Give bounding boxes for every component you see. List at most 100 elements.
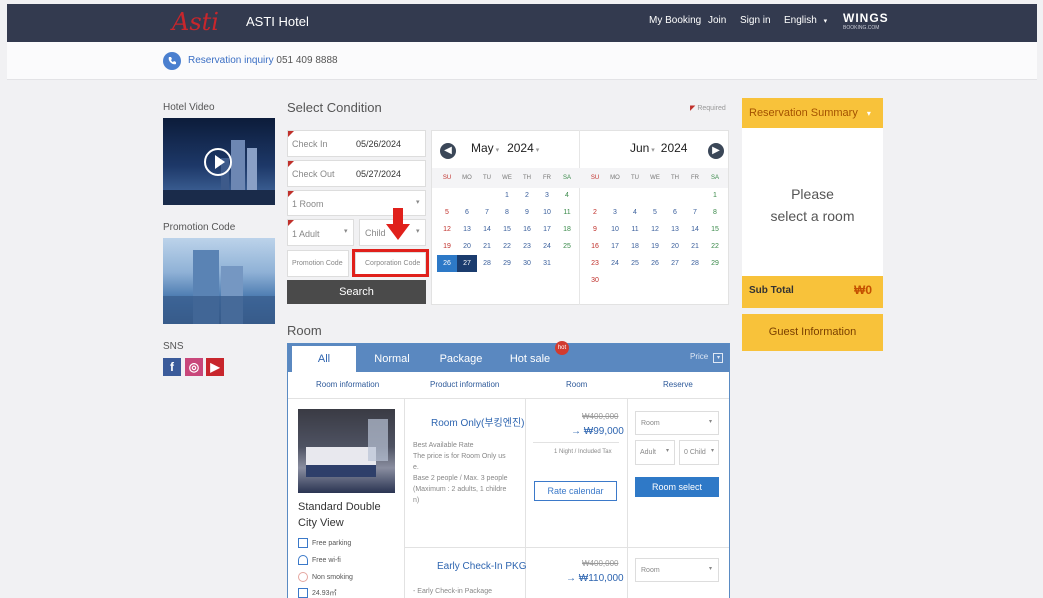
check-out-field[interactable]: Check Out 05/27/2024: [287, 160, 426, 187]
calendar-day[interactable]: 3: [537, 187, 557, 204]
calendar-day[interactable]: 4: [557, 187, 577, 204]
calendar-day[interactable]: 25: [625, 255, 645, 272]
calendar-day[interactable]: 3: [605, 204, 625, 221]
calendar-day[interactable]: 12: [437, 221, 457, 238]
calendar-day[interactable]: 2: [585, 204, 605, 221]
search-button[interactable]: Search: [287, 280, 426, 304]
reservation-summary-header[interactable]: Reservation Summary ▾: [742, 98, 883, 128]
calendar-day[interactable]: 28: [477, 255, 497, 272]
join-link[interactable]: Join: [708, 15, 726, 26]
calendar-day[interactable]: 12: [645, 221, 665, 238]
adult-quantity-select[interactable]: Adult ▾: [635, 440, 675, 465]
calendar-day[interactable]: 19: [437, 238, 457, 255]
product-name[interactable]: Early Check-In PKG: [437, 561, 526, 572]
calendar-day[interactable]: 7: [477, 204, 497, 221]
tab-all[interactable]: All: [292, 346, 356, 372]
calendar-day[interactable]: 6: [665, 204, 685, 221]
room-quantity-select[interactable]: Room ▾: [635, 411, 719, 435]
calendar-day[interactable]: 8: [497, 204, 517, 221]
calendar-day[interactable]: 6: [457, 204, 477, 221]
calendar-day[interactable]: 24: [605, 255, 625, 272]
calendar-day[interactable]: 10: [537, 204, 557, 221]
calendar-day[interactable]: 22: [705, 238, 725, 255]
room-count-select[interactable]: 1 Room ▾: [287, 190, 426, 216]
calendar-day[interactable]: 18: [557, 221, 577, 238]
calendar-day[interactable]: 17: [605, 238, 625, 255]
calendar-day[interactable]: 8: [705, 204, 725, 221]
hotel-name[interactable]: ASTI Hotel: [246, 14, 309, 29]
sign-in-link[interactable]: Sign in: [740, 15, 771, 26]
rate-calendar-button[interactable]: Rate calendar: [534, 481, 617, 501]
calendar-day[interactable]: 5: [645, 204, 665, 221]
tab-normal[interactable]: Normal: [362, 346, 422, 372]
calendar-day[interactable]: 18: [625, 238, 645, 255]
calendar-day[interactable]: 25: [557, 238, 577, 255]
calendar-day[interactable]: 21: [685, 238, 705, 255]
calendar-day[interactable]: 16: [585, 238, 605, 255]
price-sort[interactable]: Price ▾: [690, 352, 724, 363]
instagram-icon[interactable]: ◎: [185, 358, 203, 376]
guest-information-button[interactable]: Guest Information: [742, 314, 883, 351]
youtube-icon[interactable]: ▶: [206, 358, 224, 376]
calendar-day[interactable]: 14: [685, 221, 705, 238]
right-year[interactable]: 2024: [661, 141, 688, 155]
calendar-day[interactable]: 2: [517, 187, 537, 204]
promotion-code-input[interactable]: Promotion Code: [287, 250, 349, 277]
calendar-day[interactable]: 29: [705, 255, 725, 272]
calendar-day[interactable]: 26: [645, 255, 665, 272]
calendar-day[interactable]: 31: [537, 255, 557, 272]
calendar-day[interactable]: 20: [665, 238, 685, 255]
calendar-day[interactable]: 21: [477, 238, 497, 255]
calendar-day[interactable]: 9: [585, 221, 605, 238]
facebook-icon[interactable]: f: [163, 358, 181, 376]
child-quantity-select[interactable]: 0 Child ▾: [679, 440, 719, 465]
calendar-day[interactable]: 23: [517, 238, 537, 255]
promotion-image[interactable]: [163, 238, 275, 324]
calendar-day[interactable]: 23: [585, 255, 605, 272]
calendar-day[interactable]: 17: [537, 221, 557, 238]
calendar-day[interactable]: 13: [457, 221, 477, 238]
hotel-logo[interactable]: Asti: [170, 6, 236, 38]
right-month[interactable]: Jun: [630, 141, 649, 155]
next-month-icon[interactable]: ▶: [708, 143, 724, 159]
calendar-day[interactable]: 5: [437, 204, 457, 221]
calendar-day[interactable]: 16: [517, 221, 537, 238]
prev-month-icon[interactable]: ◀: [440, 143, 456, 159]
room-name[interactable]: Standard Double City View: [298, 499, 381, 531]
calendar-day[interactable]: 30: [585, 272, 605, 289]
left-month[interactable]: May: [471, 141, 494, 155]
calendar-day[interactable]: 27: [665, 255, 685, 272]
calendar-day[interactable]: 9: [517, 204, 537, 221]
my-booking-link[interactable]: My Booking: [649, 15, 701, 26]
left-year[interactable]: 2024: [507, 141, 534, 155]
calendar-day[interactable]: 30: [517, 255, 537, 272]
calendar-day[interactable]: 27: [457, 255, 477, 272]
check-in-field[interactable]: Check In 05/26/2024: [287, 130, 426, 157]
calendar-day[interactable]: 1: [705, 187, 725, 204]
calendar-day[interactable]: 20: [457, 238, 477, 255]
tab-hot-sale[interactable]: Hot sale: [500, 346, 560, 372]
calendar-day[interactable]: 15: [705, 221, 725, 238]
calendar-day[interactable]: 7: [685, 204, 705, 221]
calendar-day[interactable]: 22: [497, 238, 517, 255]
calendar-day[interactable]: 11: [557, 204, 577, 221]
calendar-day[interactable]: 11: [625, 221, 645, 238]
calendar-day[interactable]: 14: [477, 221, 497, 238]
product-name[interactable]: Room Only(부킹엔진): [431, 414, 524, 429]
tab-package[interactable]: Package: [429, 346, 493, 372]
calendar-day[interactable]: 10: [605, 221, 625, 238]
adult-select[interactable]: 1 Adult ▾: [287, 219, 354, 246]
calendar-day[interactable]: 24: [537, 238, 557, 255]
room-quantity-select[interactable]: Room ▾: [635, 558, 719, 582]
calendar-day[interactable]: 15: [497, 221, 517, 238]
calendar-day[interactable]: 28: [685, 255, 705, 272]
room-photo[interactable]: [298, 409, 395, 493]
calendar-day[interactable]: 26: [437, 255, 457, 272]
room-select-button[interactable]: Room select: [635, 477, 719, 497]
language-selector[interactable]: English ▾: [784, 15, 827, 26]
calendar-day[interactable]: 1: [497, 187, 517, 204]
calendar-day[interactable]: 29: [497, 255, 517, 272]
calendar-day[interactable]: 19: [645, 238, 665, 255]
calendar-day[interactable]: 13: [665, 221, 685, 238]
calendar-day[interactable]: 4: [625, 204, 645, 221]
